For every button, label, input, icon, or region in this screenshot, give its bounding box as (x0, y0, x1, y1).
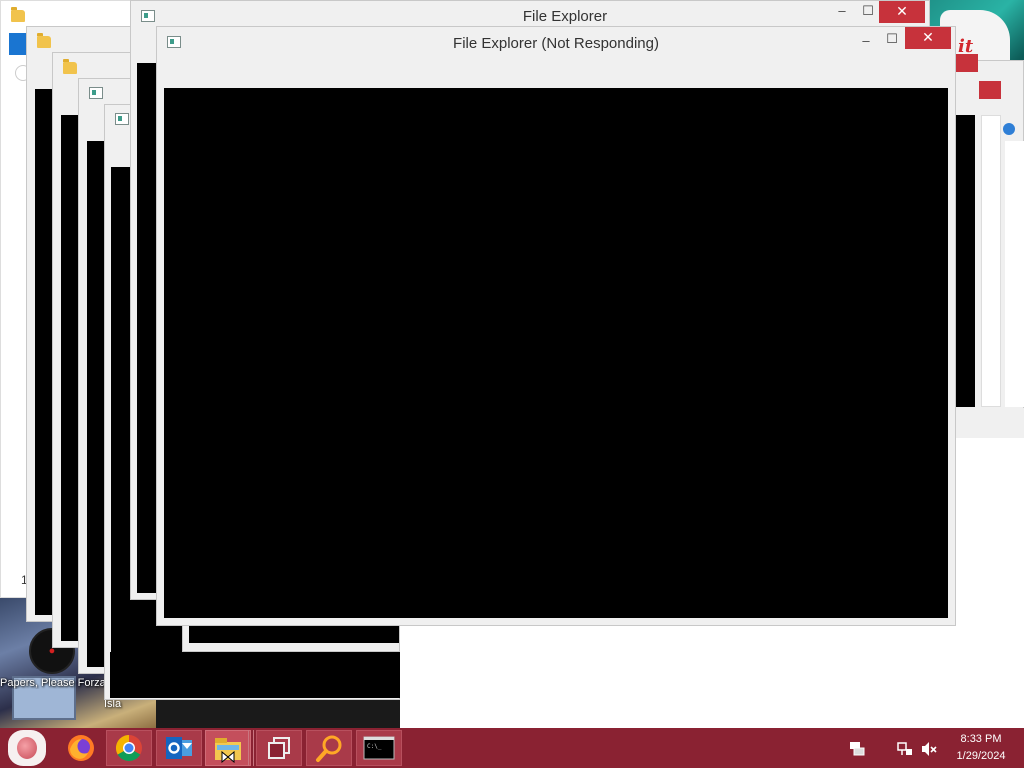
desktop-icon-label: Papers, Please Forza (0, 677, 104, 689)
outlook-icon (166, 737, 192, 759)
clock-date: 1/29/2024 (956, 750, 1006, 762)
hung-window-remnant-2 (110, 652, 400, 698)
task-view-icon (268, 737, 290, 759)
hung-window-remnant-3 (156, 700, 400, 728)
taskbar-search[interactable] (306, 730, 352, 766)
window-content-area (164, 88, 948, 618)
close-button[interactable]: ✕ (905, 27, 951, 49)
volume-muted-icon[interactable] (920, 740, 938, 763)
maximize-button[interactable]: ☐ (877, 29, 907, 51)
svg-text:C:\_: C:\_ (367, 743, 382, 750)
action-center-icon[interactable] (848, 740, 866, 763)
title-bar[interactable]: File Explorer (Not Responding) – ☐ ✕ (157, 27, 955, 57)
window-white-strip-2 (1005, 141, 1024, 407)
taskbar-task-view[interactable] (256, 730, 302, 766)
firefox-icon (68, 735, 94, 761)
network-icon[interactable] (896, 740, 914, 763)
taskbar-chrome[interactable] (106, 730, 152, 766)
action-center-flag-icon (850, 742, 865, 756)
taskbar-outlook[interactable] (156, 730, 202, 766)
taskbar-command-prompt[interactable]: C:\_ (356, 730, 402, 766)
folder-icon (63, 59, 77, 74)
taskbar-divider (248, 730, 254, 766)
taskbar-file-explorer[interactable] (205, 730, 251, 766)
close-button-fragment-2[interactable] (956, 54, 978, 72)
close-button[interactable]: ✕ (879, 1, 925, 23)
refresh-icon[interactable] (1003, 123, 1015, 135)
window-content-area (189, 623, 399, 643)
start-button[interactable] (8, 730, 46, 766)
chrome-icon (115, 734, 142, 762)
taskbar (0, 728, 1024, 768)
system-clock[interactable]: 8:33 PM 1/29/2024 (946, 731, 1016, 765)
window-title: File Explorer (522, 8, 608, 25)
file-explorer-not-responding-window[interactable]: File Explorer (Not Responding) – ☐ ✕ (156, 26, 956, 626)
window-title: File Explorer (Not Responding) (453, 35, 659, 52)
app-icon (89, 87, 103, 99)
folder-icon (215, 738, 241, 763)
clock-time: 8:33 PM (960, 733, 1002, 745)
taskbar-firefox[interactable] (58, 730, 104, 766)
speaker-mute-icon (922, 742, 937, 756)
window-content-area (137, 63, 157, 593)
folder-icon (11, 7, 25, 22)
app-icon (115, 113, 129, 125)
network-status-icon (897, 742, 912, 755)
folder-icon (37, 33, 51, 48)
cmd-icon: C:\_ (363, 736, 395, 760)
hung-window-remnant-4 (954, 408, 1024, 438)
search-icon (316, 735, 342, 762)
window-white-strip (981, 115, 1001, 407)
app-icon (141, 10, 155, 22)
close-button-fragment[interactable] (979, 81, 1001, 99)
